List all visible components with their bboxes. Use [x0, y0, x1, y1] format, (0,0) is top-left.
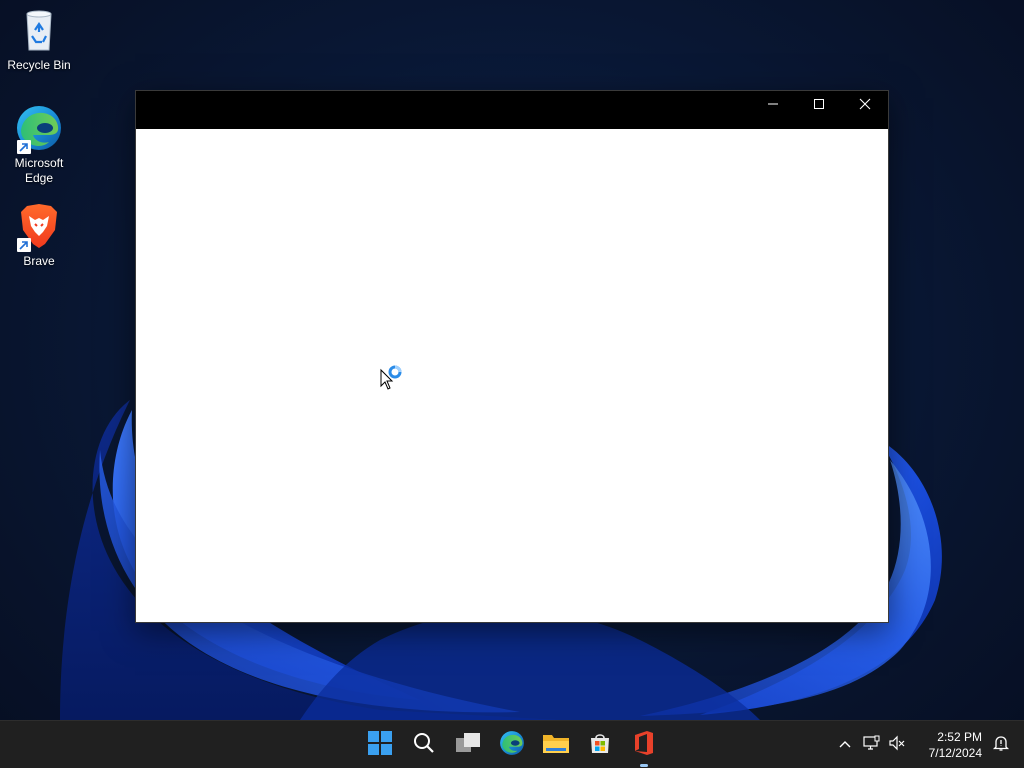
- maximize-icon: [813, 97, 825, 115]
- desktop-icon-label: Brave: [23, 254, 55, 268]
- desktop-icon-label: Recycle Bin: [7, 58, 71, 72]
- windows-start-icon: [367, 730, 393, 761]
- search-button[interactable]: [402, 725, 446, 765]
- network-button[interactable]: [858, 725, 884, 765]
- brave-icon: [15, 202, 63, 252]
- minimize-icon: [767, 97, 779, 115]
- maximize-button[interactable]: [796, 91, 842, 121]
- working-in-background-cursor-icon: [380, 364, 404, 392]
- close-button[interactable]: [842, 91, 888, 121]
- search-icon: [412, 731, 436, 760]
- running-indicator: [640, 764, 648, 767]
- task-view-icon: [455, 731, 481, 760]
- notification-center-button[interactable]: [988, 725, 1014, 765]
- network-icon: [862, 735, 880, 756]
- desktop: Recycle Bin Microsoft Edge Brave 2:52 PM…: [0, 0, 1024, 768]
- edge-icon: [15, 104, 63, 154]
- desktop-icon-label: Microsoft Edge: [14, 156, 64, 185]
- shortcut-arrow-icon: [17, 238, 31, 252]
- desktop-icon-recycle-bin[interactable]: Recycle Bin: [4, 6, 74, 73]
- desktop-icon-brave[interactable]: Brave: [4, 202, 74, 269]
- recycle-bin-icon: [15, 6, 63, 54]
- volume-muted-icon: [888, 735, 906, 756]
- close-icon: [859, 97, 871, 115]
- window-content-blank[interactable]: [136, 129, 888, 622]
- app-window: [135, 90, 889, 623]
- file-explorer-button[interactable]: [534, 725, 578, 765]
- task-view-button[interactable]: [446, 725, 490, 765]
- system-tray: 2:52 PM 7/12/2024: [832, 721, 1024, 768]
- taskbar: 2:52 PM 7/12/2024: [0, 720, 1024, 768]
- volume-button[interactable]: [884, 725, 910, 765]
- shortcut-arrow-icon: [17, 140, 31, 154]
- store-icon: [588, 731, 612, 760]
- desktop-icon-microsoft-edge[interactable]: Microsoft Edge: [4, 104, 74, 186]
- minimize-button[interactable]: [750, 91, 796, 121]
- microsoft-store-button[interactable]: [578, 725, 622, 765]
- start-button[interactable]: [358, 725, 402, 765]
- notification-icon: [992, 734, 1010, 757]
- edge-icon: [499, 730, 525, 761]
- office-icon: [633, 730, 655, 761]
- clock-time: 2:52 PM: [937, 730, 982, 744]
- title-bar[interactable]: [136, 91, 888, 129]
- file-explorer-icon: [542, 731, 570, 760]
- show-hidden-icons-button[interactable]: [832, 725, 858, 765]
- taskbar-edge-button[interactable]: [490, 725, 534, 765]
- clock[interactable]: 2:52 PM 7/12/2024: [916, 729, 982, 761]
- office-button[interactable]: [622, 725, 666, 767]
- chevron-up-icon: [838, 736, 852, 754]
- clock-date: 7/12/2024: [928, 746, 982, 760]
- taskbar-apps: [358, 721, 666, 768]
